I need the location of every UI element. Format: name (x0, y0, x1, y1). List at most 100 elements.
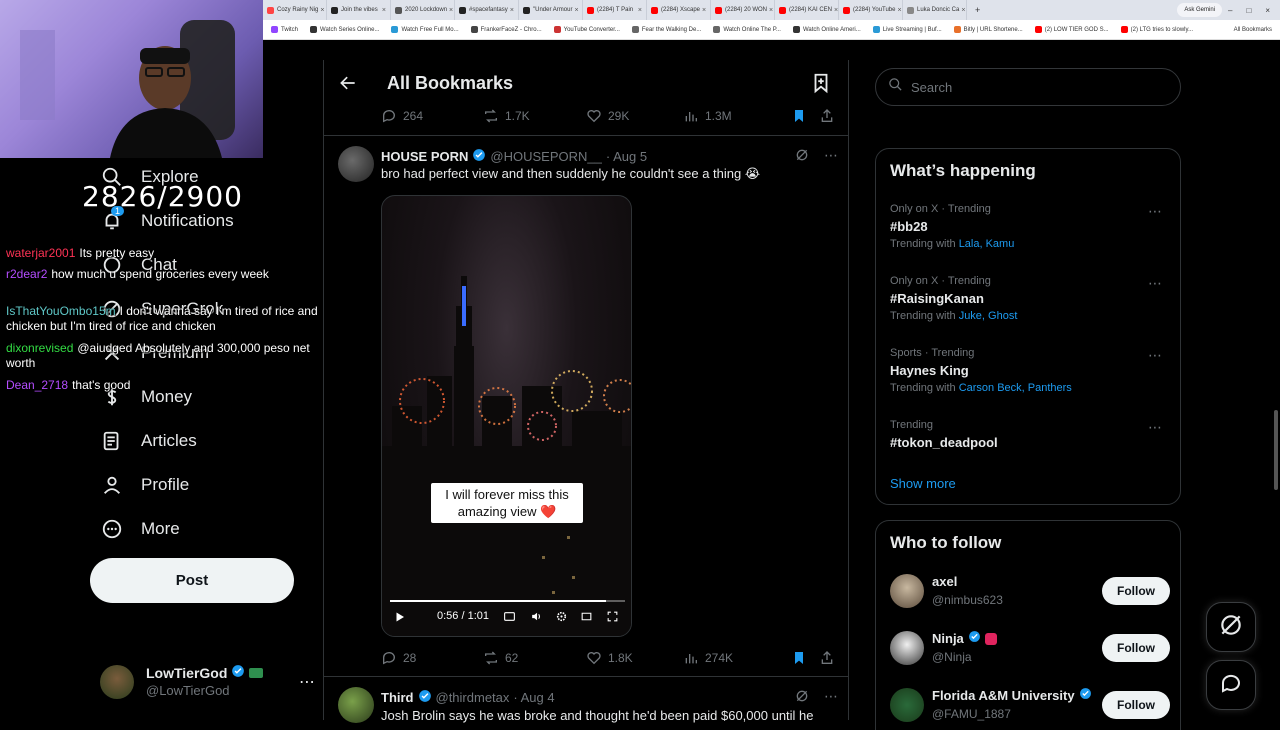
like-button[interactable]: 29K (586, 108, 683, 124)
picture-in-picture-icon[interactable] (580, 610, 593, 628)
more-dots-icon[interactable]: ⋯ (1148, 203, 1162, 220)
follow-suggestion[interactable]: axel @nimbus623 Follow (890, 571, 1170, 611)
nav-explore[interactable]: Explore (100, 162, 199, 192)
close-icon[interactable]: × (636, 7, 642, 14)
repost-button[interactable]: 1.7K (483, 108, 586, 124)
trend-item[interactable]: Trending #tokon_deadpool ⋯ (890, 419, 1170, 450)
tweet-author-name[interactable]: Third (381, 690, 414, 705)
tweet-author-handle[interactable]: @thirdmetax (436, 690, 510, 705)
like-button[interactable]: 1.8K (586, 650, 683, 666)
browser-tab[interactable]: (2284) 20 WON × (711, 0, 775, 20)
grok-icon[interactable] (794, 688, 810, 709)
follow-button[interactable]: Follow (1102, 634, 1170, 662)
tweet-date[interactable]: · Aug 4 (513, 690, 554, 705)
show-more-link[interactable]: Show more (890, 476, 956, 491)
page-scrollbar[interactable] (1272, 60, 1280, 720)
close-window-icon[interactable]: × (1265, 6, 1270, 15)
browser-tab[interactable]: (2284) KAI CEN × (775, 0, 839, 20)
bookmark-link[interactable]: (2) LTG tries to slowly... (1120, 26, 1193, 33)
nav-notifications[interactable]: 1 Notifications (100, 206, 234, 236)
grok-fab[interactable] (1206, 602, 1256, 652)
bookmark-link[interactable]: FrankerFaceZ - Chro... (470, 26, 542, 33)
close-icon[interactable]: × (895, 7, 901, 14)
nav-articles[interactable]: Articles (100, 426, 197, 456)
captions-icon[interactable] (503, 610, 516, 628)
trend-item[interactable]: Sports · Trending Haynes King Trending wit… (890, 347, 1170, 394)
messages-fab[interactable] (1206, 660, 1256, 710)
volume-icon[interactable] (530, 610, 543, 628)
bookmark-link[interactable]: YouTube Converter... (553, 26, 620, 33)
more-dots-icon[interactable]: ⋯ (299, 672, 315, 692)
browser-tab[interactable]: (2284) YouTube × (839, 0, 903, 20)
close-icon[interactable]: × (700, 7, 706, 14)
close-icon[interactable]: × (959, 7, 965, 14)
views-button[interactable]: 274K (683, 650, 791, 666)
avatar[interactable] (890, 574, 924, 608)
close-icon[interactable]: × (767, 7, 773, 14)
bookmark-link[interactable]: Bitly | URL Shortene... (953, 26, 1023, 33)
video-player[interactable]: I will forever miss this amazing view ❤️… (381, 195, 632, 637)
tweet-author-handle[interactable]: @HOUSEPORN__ (490, 149, 601, 164)
views-button[interactable]: 1.3M (683, 108, 791, 124)
browser-tab[interactable]: Join the vibes × (327, 0, 391, 20)
follow-button[interactable]: Follow (1102, 691, 1170, 719)
ask-gemini-button[interactable]: Ask Gemini (1177, 3, 1223, 17)
bookmark-link[interactable]: Fear the Walking De... (631, 26, 701, 33)
bookmark-folder-icon[interactable] (810, 72, 832, 99)
more-dots-icon[interactable]: ⋯ (824, 147, 838, 168)
search-input[interactable] (911, 79, 1151, 95)
avatar[interactable] (890, 688, 924, 722)
close-icon[interactable]: × (508, 7, 514, 14)
fullscreen-icon[interactable] (606, 610, 619, 628)
trend-related-terms[interactable]: Juke, Ghost (959, 310, 1018, 322)
close-icon[interactable]: × (380, 7, 386, 14)
bookmark-link[interactable]: Twitch (271, 26, 298, 33)
browser-tab[interactable]: (2284) Xscape × (647, 0, 711, 20)
browser-tab[interactable]: (2284) T Pain × (583, 0, 647, 20)
follow-suggestion[interactable]: Ninja @Ninja Follow (890, 628, 1170, 668)
play-icon[interactable] (394, 610, 406, 628)
bookmark-link[interactable]: Watch Series Online... (310, 26, 379, 33)
bookmark-link[interactable]: (2) LOW TIER GOD S... (1034, 26, 1109, 33)
bookmark-link[interactable]: Live Streaming | Buf... (872, 26, 942, 33)
share-icon[interactable] (819, 650, 835, 666)
nav-more[interactable]: More (100, 514, 180, 544)
more-dots-icon[interactable]: ⋯ (1148, 347, 1162, 364)
browser-tab[interactable]: Cozy Rainy Nig × (263, 0, 327, 20)
post-button[interactable]: Post (90, 558, 294, 603)
grok-icon[interactable] (794, 147, 810, 168)
bookmark-link[interactable]: Watch Free Full Mo... (391, 26, 459, 33)
scrollbar-thumb[interactable] (1274, 410, 1278, 490)
avatar[interactable] (338, 146, 374, 182)
browser-tab[interactable]: "Under Armour × (519, 0, 583, 20)
more-dots-icon[interactable]: ⋯ (1148, 275, 1162, 292)
more-dots-icon[interactable]: ⋯ (824, 688, 838, 709)
close-icon[interactable]: × (572, 7, 578, 14)
all-bookmarks-button[interactable]: All Bookmarks (1234, 27, 1272, 33)
trend-related-terms[interactable]: Lala, Kamu (959, 238, 1015, 250)
browser-tab[interactable]: 2020 Lockdown × (391, 0, 455, 20)
trend-related-terms[interactable]: Carson Beck, Panthers (959, 382, 1072, 394)
close-icon[interactable]: × (832, 7, 838, 14)
more-dots-icon[interactable]: ⋯ (1148, 419, 1162, 436)
avatar[interactable] (890, 631, 924, 665)
search-box[interactable] (875, 68, 1181, 106)
browser-tab[interactable]: Luka Doncic Ca × (903, 0, 967, 20)
tweet-date[interactable]: · Aug 5 (606, 149, 647, 164)
repost-button[interactable]: 62 (483, 650, 586, 666)
trend-item[interactable]: Only on X · Trending #bb28 Trending with L… (890, 203, 1170, 250)
video-progress-bar[interactable] (390, 600, 625, 602)
bookmark-icon[interactable] (791, 108, 819, 124)
bookmark-link[interactable]: Watch Online The P... (713, 26, 781, 33)
trend-item[interactable]: Only on X · Trending #RaisingKanan Trendin… (890, 275, 1170, 322)
tweet-author-name[interactable]: HOUSE PORN (381, 149, 468, 164)
close-icon[interactable]: × (318, 7, 324, 14)
share-icon[interactable] (819, 108, 835, 124)
settings-icon[interactable] (555, 610, 568, 628)
browser-tab[interactable]: #spacefantasy × (455, 0, 519, 20)
bookmark-icon[interactable] (791, 650, 819, 666)
nav-profile[interactable]: Profile (100, 470, 189, 500)
follow-suggestion[interactable]: Florida A&M University @FAMU_1887 Follow (890, 685, 1170, 725)
minimize-icon[interactable]: – (1228, 6, 1232, 15)
follow-button[interactable]: Follow (1102, 577, 1170, 605)
